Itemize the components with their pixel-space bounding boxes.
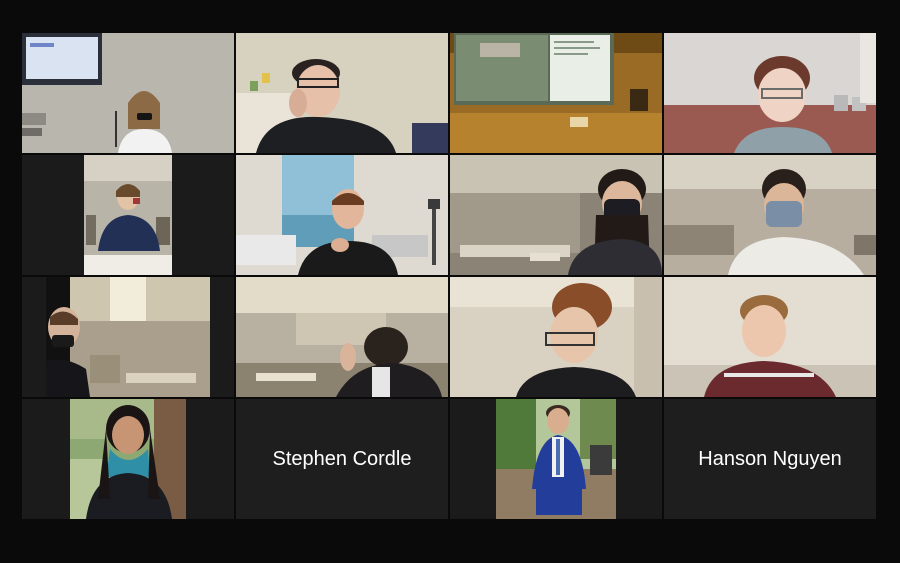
participant-tile[interactable] — [450, 155, 662, 275]
participant-name: Hanson Nguyen — [664, 399, 876, 519]
participant-video — [450, 155, 662, 275]
participant-video — [496, 399, 616, 519]
participant-video — [450, 277, 662, 397]
participant-video — [664, 33, 876, 153]
participant-video — [450, 33, 662, 153]
participant-tile[interactable] — [22, 399, 234, 519]
participant-tile-active-speaker[interactable] — [22, 33, 234, 153]
gallery-view: Stephen Cordle Hanson Nguyen — [22, 33, 878, 521]
participant-video — [236, 33, 448, 153]
participant-video — [236, 277, 448, 397]
participant-tile[interactable] — [236, 155, 448, 275]
participant-video — [70, 399, 186, 519]
participant-tile[interactable] — [236, 33, 448, 153]
participant-tile[interactable] — [450, 33, 662, 153]
participant-video — [664, 277, 876, 397]
participant-video — [46, 277, 210, 397]
participant-video — [84, 155, 172, 275]
participant-tile[interactable] — [450, 277, 662, 397]
participant-tile[interactable] — [236, 277, 448, 397]
participant-tile[interactable] — [22, 277, 234, 397]
participant-tile-no-video[interactable]: Stephen Cordle — [236, 399, 448, 519]
participant-tile[interactable] — [664, 277, 876, 397]
participant-tile[interactable] — [664, 33, 876, 153]
participant-tile[interactable] — [22, 155, 234, 275]
participant-video — [664, 155, 876, 275]
participant-tile[interactable] — [664, 155, 876, 275]
participant-tile[interactable] — [450, 399, 662, 519]
participant-video — [236, 155, 448, 275]
participant-name: Stephen Cordle — [236, 399, 448, 519]
participant-tile-no-video[interactable]: Hanson Nguyen — [664, 399, 876, 519]
participant-video — [22, 33, 234, 153]
